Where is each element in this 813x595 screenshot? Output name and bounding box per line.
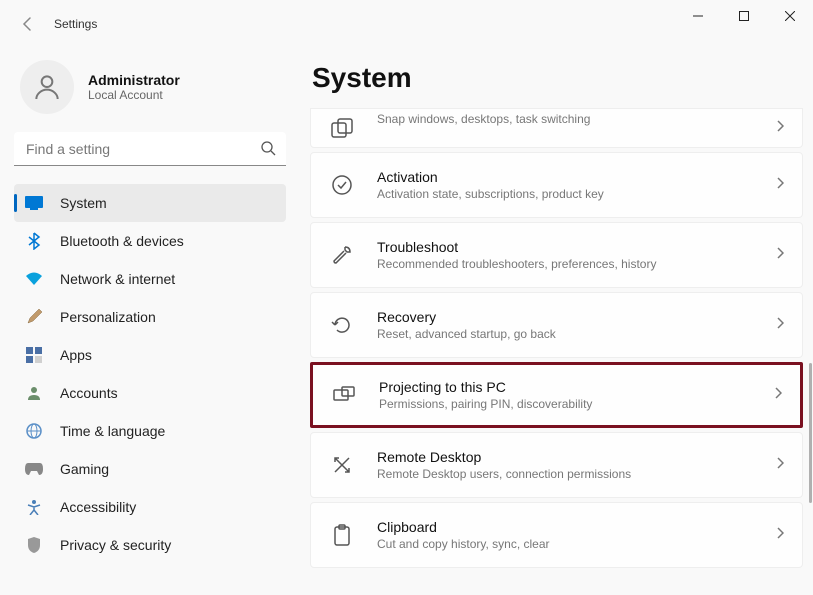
minimize-button[interactable] <box>675 0 721 32</box>
scrollbar[interactable] <box>807 153 813 585</box>
card-activation[interactable]: Activation Activation state, subscriptio… <box>310 152 803 218</box>
back-button[interactable] <box>8 4 48 44</box>
nav-item-accessibility[interactable]: Accessibility <box>14 488 286 526</box>
paintbrush-icon <box>24 307 44 327</box>
card-title: Clipboard <box>377 519 776 535</box>
nav-label: System <box>60 195 107 211</box>
chevron-right-icon <box>774 386 782 404</box>
card-title: Projecting to this PC <box>379 379 774 395</box>
account-sub: Local Account <box>88 88 180 102</box>
card-sub: Snap windows, desktops, task switching <box>377 112 776 126</box>
card-title: Troubleshoot <box>377 239 776 255</box>
nav-item-system[interactable]: System <box>14 184 286 222</box>
wrench-icon <box>329 242 355 268</box>
search-input[interactable] <box>14 132 286 166</box>
card-sub: Activation state, subscriptions, product… <box>377 187 776 201</box>
close-icon <box>785 11 795 21</box>
card-title: Recovery <box>377 309 776 325</box>
arrow-left-icon <box>20 16 36 32</box>
system-icon <box>24 193 44 213</box>
chevron-right-icon <box>776 526 784 544</box>
chevron-right-icon <box>776 316 784 334</box>
nav-label: Accessibility <box>60 499 136 515</box>
recovery-icon <box>329 312 355 338</box>
settings-list: Multitasking Snap windows, desktops, tas… <box>310 108 803 568</box>
nav-label: Time & language <box>60 423 165 439</box>
scrollbar-thumb[interactable] <box>809 363 812 503</box>
search-field[interactable] <box>14 132 286 166</box>
activation-icon <box>329 172 355 198</box>
shield-icon <box>24 535 44 555</box>
projecting-icon <box>331 382 357 408</box>
accessibility-icon <box>24 497 44 517</box>
main-panel: System Multitasking Snap windows, deskto… <box>300 48 813 595</box>
nav-item-personalization[interactable]: Personalization <box>14 298 286 336</box>
nav-label: Privacy & security <box>60 537 171 553</box>
minimize-icon <box>693 11 703 21</box>
sidebar: Administrator Local Account System Bluet… <box>0 48 300 595</box>
bluetooth-icon <box>24 231 44 251</box>
card-sub: Reset, advanced startup, go back <box>377 327 776 341</box>
nav-label: Personalization <box>60 309 156 325</box>
card-sub: Permissions, pairing PIN, discoverabilit… <box>379 397 774 411</box>
card-troubleshoot[interactable]: Troubleshoot Recommended troubleshooters… <box>310 222 803 288</box>
apps-icon <box>24 345 44 365</box>
chevron-right-icon <box>776 176 784 194</box>
page-title: System <box>312 62 803 94</box>
accounts-icon <box>24 383 44 403</box>
avatar <box>20 60 74 114</box>
card-sub: Cut and copy history, sync, clear <box>377 537 776 551</box>
card-clipboard[interactable]: Clipboard Cut and copy history, sync, cl… <box>310 502 803 568</box>
account-block[interactable]: Administrator Local Account <box>14 48 286 132</box>
remote-desktop-icon <box>329 452 355 478</box>
maximize-button[interactable] <box>721 0 767 32</box>
nav-item-apps[interactable]: Apps <box>14 336 286 374</box>
maximize-icon <box>739 11 749 21</box>
account-name: Administrator <box>88 72 180 88</box>
person-icon <box>31 71 63 103</box>
chevron-right-icon <box>776 246 784 264</box>
nav-item-network[interactable]: Network & internet <box>14 260 286 298</box>
nav-item-privacy[interactable]: Privacy & security <box>14 526 286 564</box>
nav-item-time-language[interactable]: Time & language <box>14 412 286 450</box>
wifi-icon <box>24 269 44 289</box>
window-title: Settings <box>54 17 97 31</box>
card-remote-desktop[interactable]: Remote Desktop Remote Desktop users, con… <box>310 432 803 498</box>
gaming-icon <box>24 459 44 479</box>
chevron-right-icon <box>776 456 784 474</box>
nav: System Bluetooth & devices Network & int… <box>14 184 286 564</box>
nav-item-bluetooth[interactable]: Bluetooth & devices <box>14 222 286 260</box>
multitasking-icon <box>329 115 355 141</box>
card-title: Activation <box>377 169 776 185</box>
nav-label: Bluetooth & devices <box>60 233 184 249</box>
search-icon <box>260 140 276 161</box>
clipboard-icon <box>329 522 355 548</box>
card-projecting[interactable]: Projecting to this PC Permissions, pairi… <box>310 362 803 428</box>
nav-label: Gaming <box>60 461 109 477</box>
card-title: Remote Desktop <box>377 449 776 465</box>
close-button[interactable] <box>767 0 813 32</box>
card-sub: Remote Desktop users, connection permiss… <box>377 467 776 481</box>
globe-icon <box>24 421 44 441</box>
nav-item-accounts[interactable]: Accounts <box>14 374 286 412</box>
chevron-right-icon <box>776 119 784 137</box>
window-controls <box>675 0 813 32</box>
card-sub: Recommended troubleshooters, preferences… <box>377 257 776 271</box>
card-multitasking[interactable]: Multitasking Snap windows, desktops, tas… <box>310 108 803 148</box>
nav-label: Network & internet <box>60 271 175 287</box>
nav-label: Apps <box>60 347 92 363</box>
nav-item-gaming[interactable]: Gaming <box>14 450 286 488</box>
nav-label: Accounts <box>60 385 118 401</box>
card-recovery[interactable]: Recovery Reset, advanced startup, go bac… <box>310 292 803 358</box>
